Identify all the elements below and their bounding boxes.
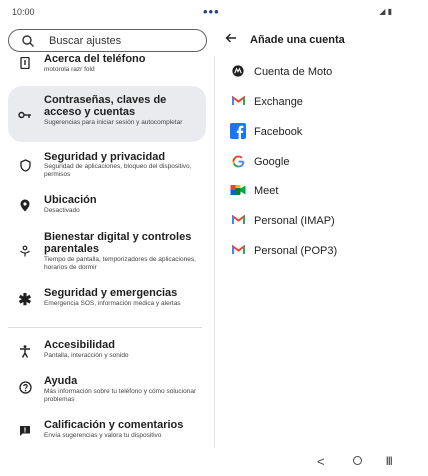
settings-item-digital-wellbeing[interactable]: Bienestar digital y controles parentales… [8,228,206,276]
account-label: Facebook [254,126,303,138]
settings-item-title: Acerca del teléfono [44,53,146,65]
account-item-exchange[interactable]: Exchange [230,91,420,113]
moto-icon [230,63,246,79]
location-pin-icon [18,198,32,212]
settings-item-subtitle: Más información sobre tu teléfono y cómo… [44,388,197,403]
feedback-icon [18,424,32,438]
settings-list-pane: Acerca del teléfono motorola razr fold B… [0,24,212,450]
settings-item-title: Seguridad y privacidad [44,151,166,163]
account-item-personal-imap[interactable]: Personal (IMAP) [230,210,420,232]
settings-item-subtitle: Desactivado [44,207,80,214]
gmail-icon [230,93,246,109]
facebook-icon [230,123,246,139]
settings-item-subtitle: Tiempo de pantalla, temporizadores de ap… [44,256,196,271]
search-icon [22,35,34,47]
meet-icon [230,182,246,198]
settings-item-subtitle: Emergencia SOS, información médica y ale… [44,300,181,307]
section-divider [8,327,202,328]
settings-item-safety-emergency[interactable]: ✱ Seguridad y emergencias Emergencia SOS… [8,282,206,320]
search-input[interactable]: Buscar ajustes [8,29,207,52]
account-item-moto[interactable]: Cuenta de Moto [230,61,420,83]
gmail-icon [230,212,246,228]
status-bar: 10:00 ••• ◢ ▮ [0,0,428,24]
settings-item-title: Accesibilidad [44,339,115,351]
settings-item-subtitle: Sugerencias para iniciar sesión y autoco… [44,119,183,126]
account-label: Personal (IMAP) [254,215,335,227]
help-icon [18,380,32,394]
nav-recents-button[interactable]: ||| [386,455,393,465]
account-item-google[interactable]: Google [230,151,420,173]
settings-item-title: Seguridad y emergencias [44,287,178,299]
settings-item-title: Contraseñas, claves de acceso y cuentas [44,94,167,118]
accessibility-icon [18,344,32,358]
nav-back-button[interactable]: < [317,454,325,469]
settings-item-security-privacy[interactable]: Seguridad y privacidad Seguridad de apli… [8,148,206,182]
settings-item-feedback[interactable]: Calificación y comentarios Envía sugeren… [8,414,206,444]
settings-item-title: Ayuda [44,375,78,387]
settings-item-location[interactable]: Ubicación Desactivado [8,190,206,218]
phone-info-icon [18,56,32,70]
settings-item-title: Ubicación [44,194,97,206]
account-label: Personal (POP3) [254,245,338,257]
settings-item-subtitle: Envía sugerencias y valora tu dispositiv… [44,432,162,439]
settings-item-accessibility[interactable]: Accesibilidad Pantalla, interacción y so… [8,334,206,364]
account-label: Google [254,156,290,168]
account-item-facebook[interactable]: Facebook [230,121,420,143]
add-account-pane: Añade una cuenta Cuenta de Moto Exchange… [218,24,428,450]
settings-item-passwords-accounts[interactable]: Contraseñas, claves de acceso y cuentas … [8,86,206,142]
account-label: Exchange [254,96,303,108]
settings-item-subtitle: Pantalla, interacción y sonido [44,352,129,359]
google-icon [230,153,246,169]
page-title: Añade una cuenta [250,34,345,46]
status-time: 10:00 [12,7,35,17]
asterisk-icon: ✱ [18,292,32,309]
wellbeing-icon [18,244,32,258]
settings-item-help[interactable]: Ayuda Más información sobre tu teléfono … [8,370,206,406]
settings-item-title: Calificación y comentarios [44,419,184,431]
settings-item-subtitle: Seguridad de aplicaciones, bloqueo del d… [44,163,192,178]
status-dots: ••• [203,4,220,19]
account-label: Meet [254,185,279,197]
system-nav-bar: < ||| [0,450,428,476]
nav-home-button[interactable] [353,456,362,465]
pane-separator [214,56,215,448]
key-icon [18,108,32,122]
account-label: Cuenta de Moto [254,66,333,78]
shield-icon [18,158,32,172]
gmail-icon [230,242,246,258]
account-item-meet[interactable]: Meet [230,180,420,202]
signal-battery-icon: ◢ ▮ [379,7,392,16]
account-item-personal-pop3[interactable]: Personal (POP3) [230,240,420,262]
search-placeholder: Buscar ajustes [49,35,122,47]
settings-item-title: Bienestar digital y controles parentales [44,231,192,255]
settings-item-subtitle: motorola razr fold [44,66,95,73]
back-arrow-icon[interactable] [224,31,238,45]
